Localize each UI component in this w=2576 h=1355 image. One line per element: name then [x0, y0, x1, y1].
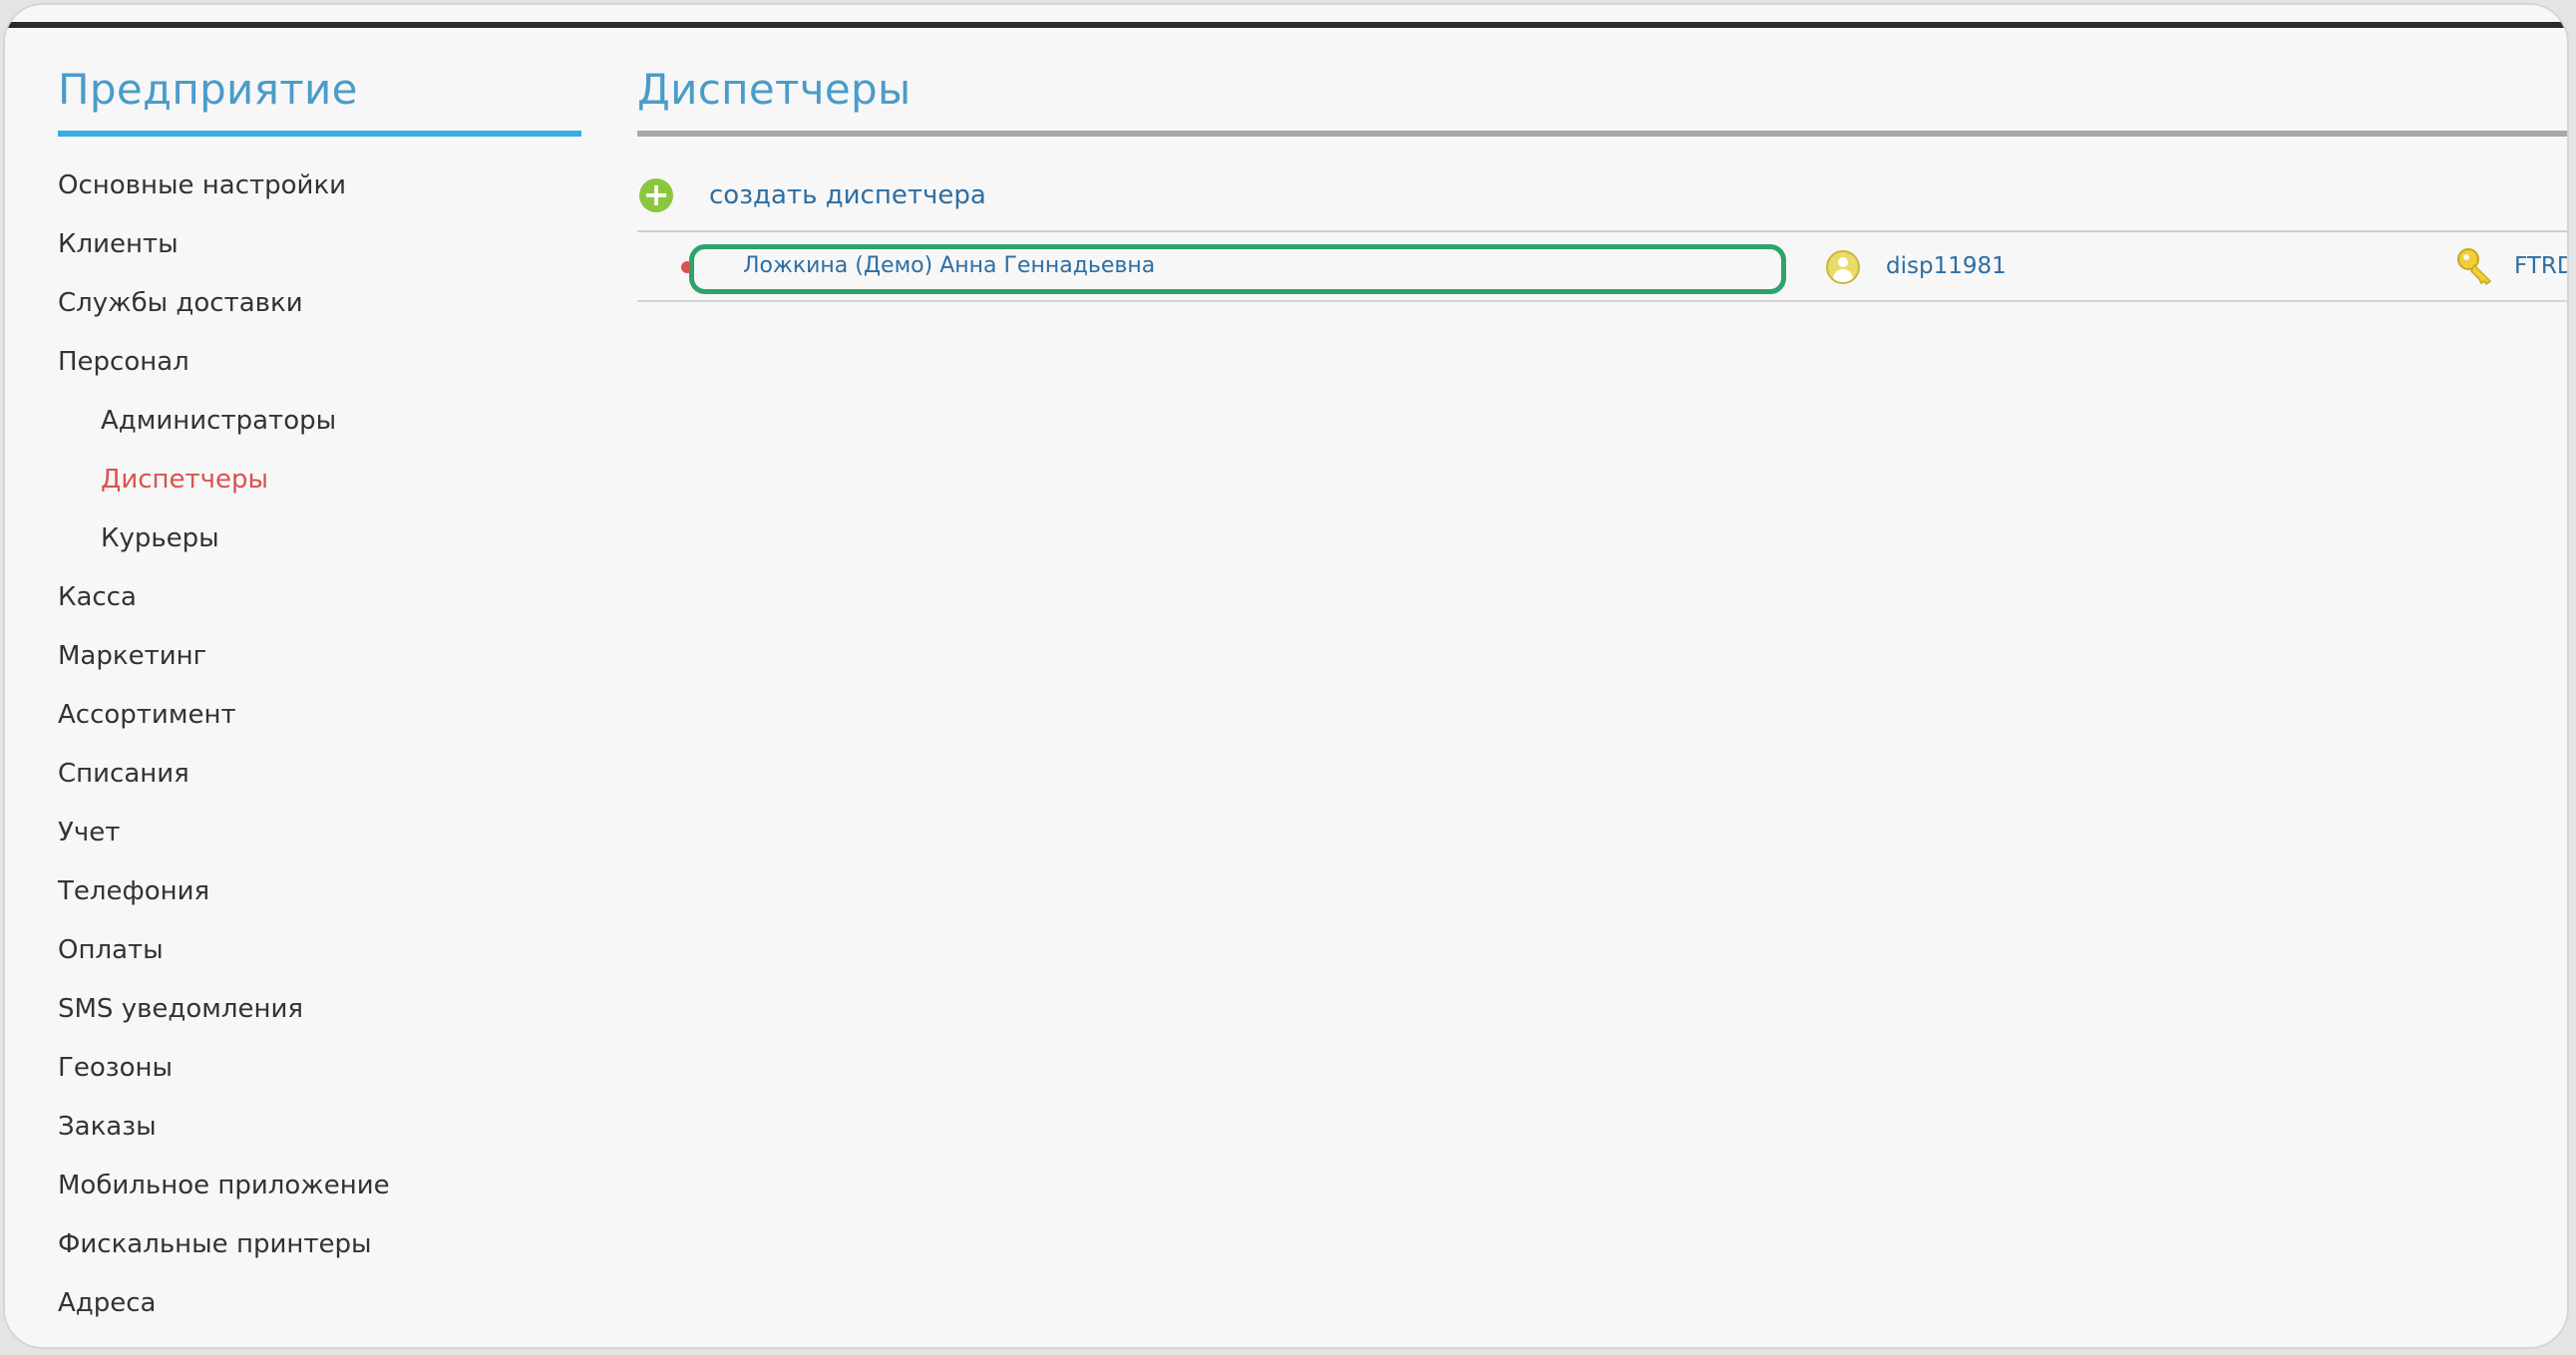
sidebar-item-sms-notifications[interactable]: SMS уведомления [58, 980, 581, 1039]
sidebar-title: Предприятие [58, 65, 581, 138]
sidebar-item-administrators[interactable]: Администраторы [58, 392, 581, 451]
table-row: Ложкина (Демо) Анна Геннадьевна disp1198… [637, 232, 2567, 303]
sidebar-item-main-settings[interactable]: Основные настройки [58, 157, 581, 215]
create-dispatcher-link[interactable]: создать диспетчера [709, 180, 986, 210]
sidebar-item-write-offs[interactable]: Списания [58, 745, 581, 804]
sidebar-item-fiscal-printers[interactable]: Фискальные принтеры [58, 1215, 581, 1274]
sidebar-item-telephony[interactable]: Телефония [58, 862, 581, 921]
app-window: Предприятие Основные настройки Клиенты С… [3, 3, 2569, 1349]
sidebar-item-dispatchers[interactable]: Диспетчеры [58, 451, 581, 509]
sidebar-item-accounting[interactable]: Учет [58, 804, 581, 862]
page-title: Диспетчеры [637, 65, 2567, 138]
sidebar-item-clients[interactable]: Клиенты [58, 215, 581, 274]
sidebar-item-mobile-app[interactable]: Мобильное приложение [58, 1157, 581, 1215]
sidebar-item-personnel[interactable]: Персонал [58, 333, 581, 392]
sidebar-item-payments[interactable]: Оплаты [58, 921, 581, 980]
sidebar-item-assortment[interactable]: Ассортимент [58, 686, 581, 745]
sidebar-nav: Основные настройки Клиенты Службы достав… [58, 157, 581, 1333]
main-content: Диспетчеры + создать диспетчера Ложкина … [637, 65, 2567, 303]
dispatcher-code-link[interactable]: FTRD3 [2514, 232, 2567, 300]
dispatcher-login-link[interactable]: disp11981 [1886, 232, 2007, 300]
user-icon [1826, 250, 1860, 285]
sidebar-item-addresses[interactable]: Адреса [58, 1274, 581, 1333]
top-bar [5, 22, 2567, 28]
sidebar-item-geozones[interactable]: Геозоны [58, 1039, 581, 1098]
sidebar-item-couriers[interactable]: Курьеры [58, 509, 581, 568]
sidebar-item-orders[interactable]: Заказы [58, 1098, 581, 1157]
key-icon[interactable] [2455, 246, 2495, 286]
sidebar: Предприятие Основные настройки Клиенты С… [58, 65, 581, 1333]
sidebar-item-marketing[interactable]: Маркетинг [58, 627, 581, 686]
dispatcher-name-link[interactable]: Ложкина (Демо) Анна Геннадьевна [743, 232, 1155, 300]
sidebar-item-delivery-services[interactable]: Службы доставки [58, 274, 581, 333]
sidebar-item-cash[interactable]: Касса [58, 568, 581, 627]
plus-circle-icon[interactable]: + [639, 178, 673, 213]
create-dispatcher-row: + создать диспетчера [637, 161, 2567, 233]
